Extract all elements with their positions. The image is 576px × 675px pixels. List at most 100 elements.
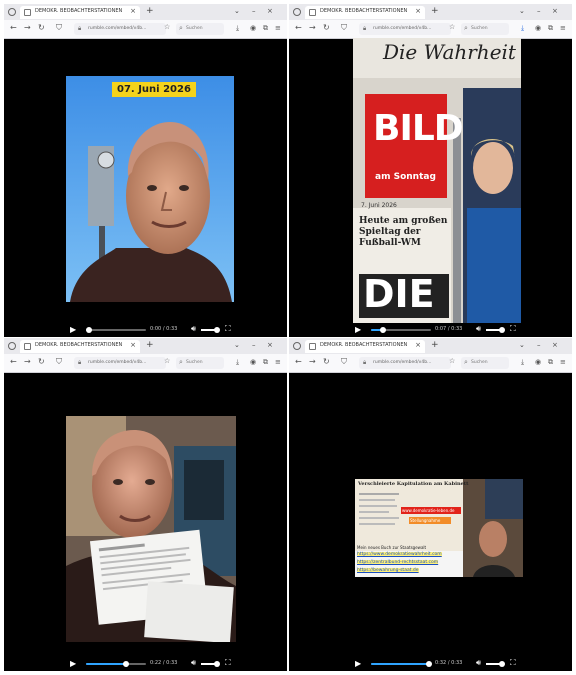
seek-knob[interactable] bbox=[380, 327, 386, 333]
close-window-icon[interactable]: × bbox=[552, 341, 558, 349]
close-tab-icon[interactable]: × bbox=[130, 341, 136, 349]
video-frame[interactable]: 07. Juni 2026 bbox=[66, 76, 234, 302]
minimize-icon[interactable]: – bbox=[252, 341, 256, 349]
shield-icon[interactable]: ⛉ bbox=[341, 357, 347, 367]
volume-knob[interactable] bbox=[214, 661, 220, 667]
seek-slider[interactable] bbox=[371, 327, 431, 333]
back-icon[interactable]: ← bbox=[295, 357, 302, 366]
fullscreen-icon[interactable]: ⛶ bbox=[510, 658, 516, 668]
fullscreen-icon[interactable]: ⛶ bbox=[510, 324, 516, 334]
account-icon[interactable]: ◉ bbox=[250, 358, 256, 366]
forward-icon[interactable]: → bbox=[309, 357, 316, 366]
menu-icon[interactable]: ≡ bbox=[560, 358, 566, 366]
play-icon[interactable]: ▶ bbox=[355, 659, 361, 668]
link-item[interactable]: https://bewahrung-staat.de bbox=[357, 568, 419, 573]
url-bar[interactable]: 🔒︎ rumble.com/embed/v4b... bbox=[74, 357, 166, 369]
shield-icon[interactable]: ⛉ bbox=[341, 23, 347, 33]
chevron-down-icon[interactable]: ⌄ bbox=[519, 7, 525, 15]
minimize-icon[interactable]: – bbox=[252, 7, 256, 15]
reload-icon[interactable]: ↻ bbox=[323, 357, 330, 366]
bookmark-star-icon[interactable]: ☆ bbox=[164, 23, 170, 31]
shield-icon[interactable]: ⛉ bbox=[56, 357, 62, 367]
menu-icon[interactable]: ≡ bbox=[560, 24, 566, 32]
extensions-icon[interactable]: ⧉ bbox=[263, 358, 268, 367]
volume-icon[interactable]: 🔊︎ bbox=[191, 324, 196, 334]
link-item[interactable]: https://zentralbund-rechtsstaat.com bbox=[357, 560, 439, 565]
close-tab-icon[interactable]: × bbox=[130, 7, 136, 15]
play-icon[interactable]: ▶ bbox=[70, 325, 76, 334]
seek-knob[interactable] bbox=[122, 661, 129, 667]
new-tab-icon[interactable]: + bbox=[431, 6, 439, 16]
forward-icon[interactable]: → bbox=[309, 23, 316, 32]
seek-slider[interactable] bbox=[86, 327, 146, 333]
volume-icon[interactable]: 🔊︎ bbox=[476, 658, 481, 668]
back-icon[interactable]: ← bbox=[10, 23, 17, 32]
volume-knob[interactable] bbox=[214, 327, 220, 333]
link-item[interactable]: https://www.demokratiewahrheit.com bbox=[357, 552, 442, 557]
bookmark-star-icon[interactable]: ☆ bbox=[449, 23, 455, 31]
seek-slider[interactable] bbox=[371, 661, 433, 667]
close-window-icon[interactable]: × bbox=[267, 7, 273, 15]
account-icon[interactable]: ◉ bbox=[250, 24, 256, 32]
fullscreen-icon[interactable]: ⛶ bbox=[225, 658, 231, 668]
search-input[interactable]: ⌕ Suchen bbox=[176, 357, 224, 369]
fullscreen-icon[interactable]: ⛶ bbox=[225, 324, 231, 334]
shield-icon[interactable]: ⛉ bbox=[56, 23, 62, 33]
back-icon[interactable]: ← bbox=[10, 357, 17, 366]
volume-knob[interactable] bbox=[499, 327, 505, 333]
firefox-view-icon[interactable] bbox=[293, 342, 301, 350]
download-icon[interactable]: ⤓ bbox=[236, 358, 239, 367]
chevron-down-icon[interactable]: ⌄ bbox=[234, 341, 240, 349]
browser-tab[interactable]: DEMOKR. BEOBACHTERSTATIONEN × bbox=[305, 6, 425, 19]
close-tab-icon[interactable]: × bbox=[415, 7, 421, 15]
close-window-icon[interactable]: × bbox=[552, 7, 558, 15]
bookmark-star-icon[interactable]: ☆ bbox=[449, 357, 455, 365]
url-bar[interactable]: 🔒︎ rumble.com/embed/v4b... bbox=[359, 357, 451, 369]
browser-tab[interactable]: DEMOKR. BEOBACHTERSTATIONEN × bbox=[20, 340, 140, 353]
menu-icon[interactable]: ≡ bbox=[275, 24, 281, 32]
firefox-view-icon[interactable] bbox=[293, 8, 301, 16]
close-tab-icon[interactable]: × bbox=[415, 341, 421, 349]
forward-icon[interactable]: → bbox=[24, 23, 31, 32]
chevron-down-icon[interactable]: ⌄ bbox=[519, 341, 525, 349]
back-icon[interactable]: ← bbox=[295, 23, 302, 32]
close-window-icon[interactable]: × bbox=[267, 341, 273, 349]
minimize-icon[interactable]: – bbox=[537, 341, 541, 349]
volume-knob[interactable] bbox=[499, 661, 505, 667]
forward-icon[interactable]: → bbox=[24, 357, 31, 366]
seek-knob[interactable] bbox=[86, 327, 92, 333]
search-input[interactable]: ⌕ Suchen bbox=[461, 357, 509, 369]
new-tab-icon[interactable]: + bbox=[431, 340, 439, 350]
chevron-down-icon[interactable]: ⌄ bbox=[234, 7, 240, 15]
reload-icon[interactable]: ↻ bbox=[38, 357, 45, 366]
seek-slider[interactable] bbox=[86, 661, 146, 667]
search-input[interactable]: ⌕ Suchen bbox=[176, 23, 224, 35]
volume-icon[interactable]: 🔊︎ bbox=[476, 324, 481, 334]
firefox-view-icon[interactable] bbox=[8, 342, 16, 350]
account-icon[interactable]: ◉ bbox=[535, 24, 541, 32]
browser-tab[interactable]: DEMOKR. BEOBACHTERSTATIONEN × bbox=[305, 340, 425, 353]
extensions-icon[interactable]: ⧉ bbox=[548, 24, 553, 33]
play-icon[interactable]: ▶ bbox=[355, 325, 361, 334]
browser-tab[interactable]: DEMOKR. BEOBACHTERSTATIONEN × bbox=[20, 6, 140, 19]
url-bar[interactable]: 🔒︎ rumble.com/embed/v4b... bbox=[74, 23, 166, 35]
extensions-icon[interactable]: ⧉ bbox=[263, 24, 268, 33]
menu-icon[interactable]: ≡ bbox=[275, 358, 281, 366]
extensions-icon[interactable]: ⧉ bbox=[548, 358, 553, 367]
search-input[interactable]: ⌕ Suchen bbox=[461, 23, 509, 35]
download-icon[interactable]: ⤓ bbox=[236, 24, 239, 33]
bookmark-star-icon[interactable]: ☆ bbox=[164, 357, 170, 365]
reload-icon[interactable]: ↻ bbox=[38, 23, 45, 32]
account-icon[interactable]: ◉ bbox=[535, 358, 541, 366]
seek-knob[interactable] bbox=[426, 661, 433, 667]
minimize-icon[interactable]: – bbox=[537, 7, 541, 15]
firefox-view-icon[interactable] bbox=[8, 8, 16, 16]
play-icon[interactable]: ▶ bbox=[70, 659, 76, 668]
volume-icon[interactable]: 🔊︎ bbox=[191, 658, 196, 668]
video-frame[interactable]: Die Wahrheit BILD am Sonntag 7. Juni 202… bbox=[353, 38, 521, 323]
reload-icon[interactable]: ↻ bbox=[323, 23, 330, 32]
video-frame[interactable] bbox=[66, 416, 236, 642]
download-icon[interactable]: ⤓ bbox=[521, 358, 524, 367]
new-tab-icon[interactable]: + bbox=[146, 340, 154, 350]
new-tab-icon[interactable]: + bbox=[146, 6, 154, 16]
